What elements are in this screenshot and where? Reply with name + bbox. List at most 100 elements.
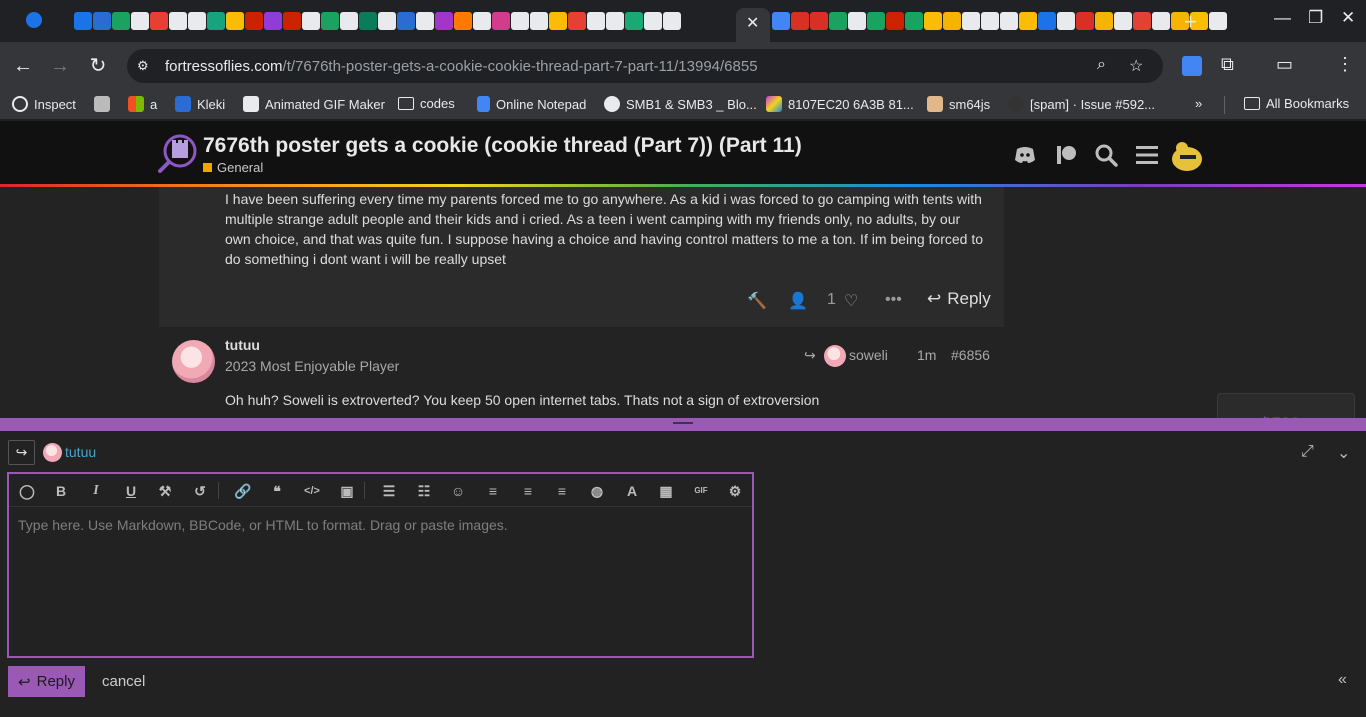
tab-favicon-icon[interactable] — [905, 12, 923, 30]
tab-favicon-icon[interactable] — [1000, 12, 1018, 30]
tab-favicon-icon[interactable] — [772, 12, 790, 30]
tab-favicon-icon[interactable] — [1095, 12, 1113, 30]
gif-icon[interactable]: GIF — [689, 483, 713, 499]
post-username[interactable]: tutuu — [225, 337, 260, 353]
back-arrow-icon[interactable]: ← — [10, 53, 36, 79]
undo-icon[interactable]: ↺ — [191, 483, 209, 499]
tab-favicon-icon[interactable] — [511, 12, 529, 30]
emoji-icon[interactable]: ☺ — [449, 483, 467, 499]
gear-icon[interactable]: ⚙ — [726, 483, 744, 499]
reply-to-user[interactable]: tutuu — [65, 444, 96, 460]
hammer-icon[interactable]: ⚒ — [156, 483, 174, 499]
italic-icon[interactable]: I — [87, 483, 105, 499]
tab-favicon-icon[interactable] — [283, 12, 301, 30]
tab-favicon-icon[interactable] — [1076, 12, 1094, 30]
bookmark-star-icon[interactable]: ☆ — [1129, 56, 1143, 76]
tab-favicon-icon[interactable] — [791, 12, 809, 30]
tab-favicon-icon[interactable] — [663, 12, 681, 30]
tab-favicon-icon[interactable] — [1038, 12, 1056, 30]
tab-favicon-icon[interactable] — [302, 12, 320, 30]
heart-like-icon[interactable]: ♡ — [844, 291, 858, 311]
tab-favicon-icon[interactable] — [150, 12, 168, 30]
bold-icon[interactable]: B — [52, 483, 70, 499]
topic-progress[interactable]: 6589 / 6591 — [1217, 393, 1355, 418]
align-right-icon[interactable]: ≡ — [553, 483, 571, 499]
bookmark-smb[interactable]: SMB1 & SMB3 _ Blo... — [604, 96, 757, 112]
tab-favicon-icon[interactable] — [169, 12, 187, 30]
bookmark-a[interactable]: a — [128, 96, 157, 112]
all-bookmarks-button[interactable]: All Bookmarks — [1244, 96, 1349, 111]
close-window-button[interactable]: ✕ — [1341, 8, 1355, 28]
reply-to-avatar[interactable] — [824, 345, 846, 367]
hammer-admin-icon[interactable]: 🔨 — [747, 291, 767, 311]
tab-favicon-icon[interactable] — [587, 12, 605, 30]
user-icon[interactable]: 👤 — [788, 291, 808, 311]
tab-favicon-icon[interactable] — [321, 12, 339, 30]
tab-favicon-icon[interactable] — [416, 12, 434, 30]
cancel-button[interactable]: cancel — [102, 673, 145, 690]
tab-favicon-icon[interactable] — [549, 12, 567, 30]
tab-favicon-icon[interactable] — [1019, 12, 1037, 30]
zoom-icon[interactable]: ⌕ — [1097, 56, 1106, 74]
tab-favicon-icon[interactable] — [359, 12, 377, 30]
reload-icon[interactable]: ↻ — [85, 53, 111, 79]
tab-favicon-icon[interactable] — [886, 12, 904, 30]
quote-icon[interactable]: ❝ — [268, 483, 286, 499]
minimize-button[interactable]: — — [1274, 8, 1291, 28]
composer-resize-handle[interactable] — [0, 418, 1366, 431]
patreon-icon[interactable] — [1054, 143, 1078, 167]
speech-bubble-icon[interactable]: ◯ — [18, 483, 36, 499]
tab-favicon-icon[interactable] — [943, 12, 961, 30]
bookmark-folder-codes[interactable]: codes — [398, 96, 455, 111]
collapse-sidebar-icon[interactable]: « — [1338, 671, 1347, 689]
tab-favicon-icon[interactable] — [397, 12, 415, 30]
tab-favicon-icon[interactable] — [962, 12, 980, 30]
bookmark-8107[interactable]: 8107EC20 6A3B 81... — [766, 96, 914, 112]
post-age[interactable]: 1m — [917, 347, 936, 363]
reply-to-username[interactable]: soweli — [849, 347, 888, 363]
tab-favicon-icon[interactable] — [435, 12, 453, 30]
bullet-list-icon[interactable]: ☰ — [380, 483, 398, 499]
discord-icon[interactable] — [1013, 143, 1037, 167]
tab-favicon-icon[interactable] — [340, 12, 358, 30]
reply-textarea[interactable]: Type here. Use Markdown, BBCode, or HTML… — [18, 517, 738, 533]
active-tab[interactable]: ✕ — [736, 8, 770, 42]
tab-favicon-icon[interactable] — [131, 12, 149, 30]
tab-favicon-icon[interactable] — [625, 12, 643, 30]
bookmark-map[interactable] — [94, 96, 110, 112]
bookmark-spam-issue[interactable]: [spam] · Issue #592... — [1008, 96, 1155, 112]
more-actions-icon[interactable]: ••• — [885, 291, 902, 309]
tab-favicon-icon[interactable] — [473, 12, 491, 30]
extensions-icon[interactable]: ⧉ — [1221, 54, 1234, 75]
forward-arrow-icon[interactable]: → — [47, 53, 73, 79]
tab-favicon-icon[interactable] — [378, 12, 396, 30]
tab-favicon-icon[interactable] — [207, 12, 225, 30]
user-avatar-icon[interactable] — [1170, 139, 1204, 173]
bookmark-kleki[interactable]: Kleki — [175, 96, 225, 112]
tab-favicon-icon[interactable] — [1152, 12, 1170, 30]
tab-favicon-icon[interactable] — [867, 12, 885, 30]
tab-favicon-icon[interactable] — [1209, 12, 1227, 30]
avatar[interactable] — [172, 340, 215, 383]
fullscreen-icon[interactable]: ⤢ — [1301, 443, 1314, 461]
maximize-button[interactable]: ❐ — [1308, 8, 1323, 28]
code-icon[interactable]: </> — [303, 483, 321, 499]
new-tab-button[interactable]: + — [1184, 9, 1197, 35]
submit-reply-button[interactable]: ↩ Reply — [8, 666, 85, 697]
tab-favicon-icon[interactable] — [1133, 12, 1151, 30]
numbered-list-icon[interactable]: ☷ — [415, 483, 433, 499]
reply-action-dropdown[interactable]: ↪ — [8, 440, 35, 465]
palette-icon[interactable]: ◍ — [588, 483, 606, 499]
tab-favicon-icon[interactable] — [568, 12, 586, 30]
tab-favicon-icon[interactable] — [245, 12, 263, 30]
tab-favicon-icon[interactable] — [644, 12, 662, 30]
image-icon[interactable]: ▣ — [338, 483, 356, 499]
close-tab-icon[interactable]: ✕ — [746, 13, 759, 33]
topic-title[interactable]: 7676th poster gets a cookie (cookie thre… — [203, 134, 802, 158]
tab-favicon-icon[interactable] — [606, 12, 624, 30]
tab-favicon-icon[interactable] — [454, 12, 472, 30]
address-bar[interactable]: ⚙ fortressoflies.com/t/7676th-poster-get… — [127, 49, 1163, 83]
tab-favicon-icon[interactable] — [226, 12, 244, 30]
category-badge[interactable]: General — [203, 160, 263, 175]
hamburger-menu-icon[interactable] — [1135, 143, 1159, 167]
